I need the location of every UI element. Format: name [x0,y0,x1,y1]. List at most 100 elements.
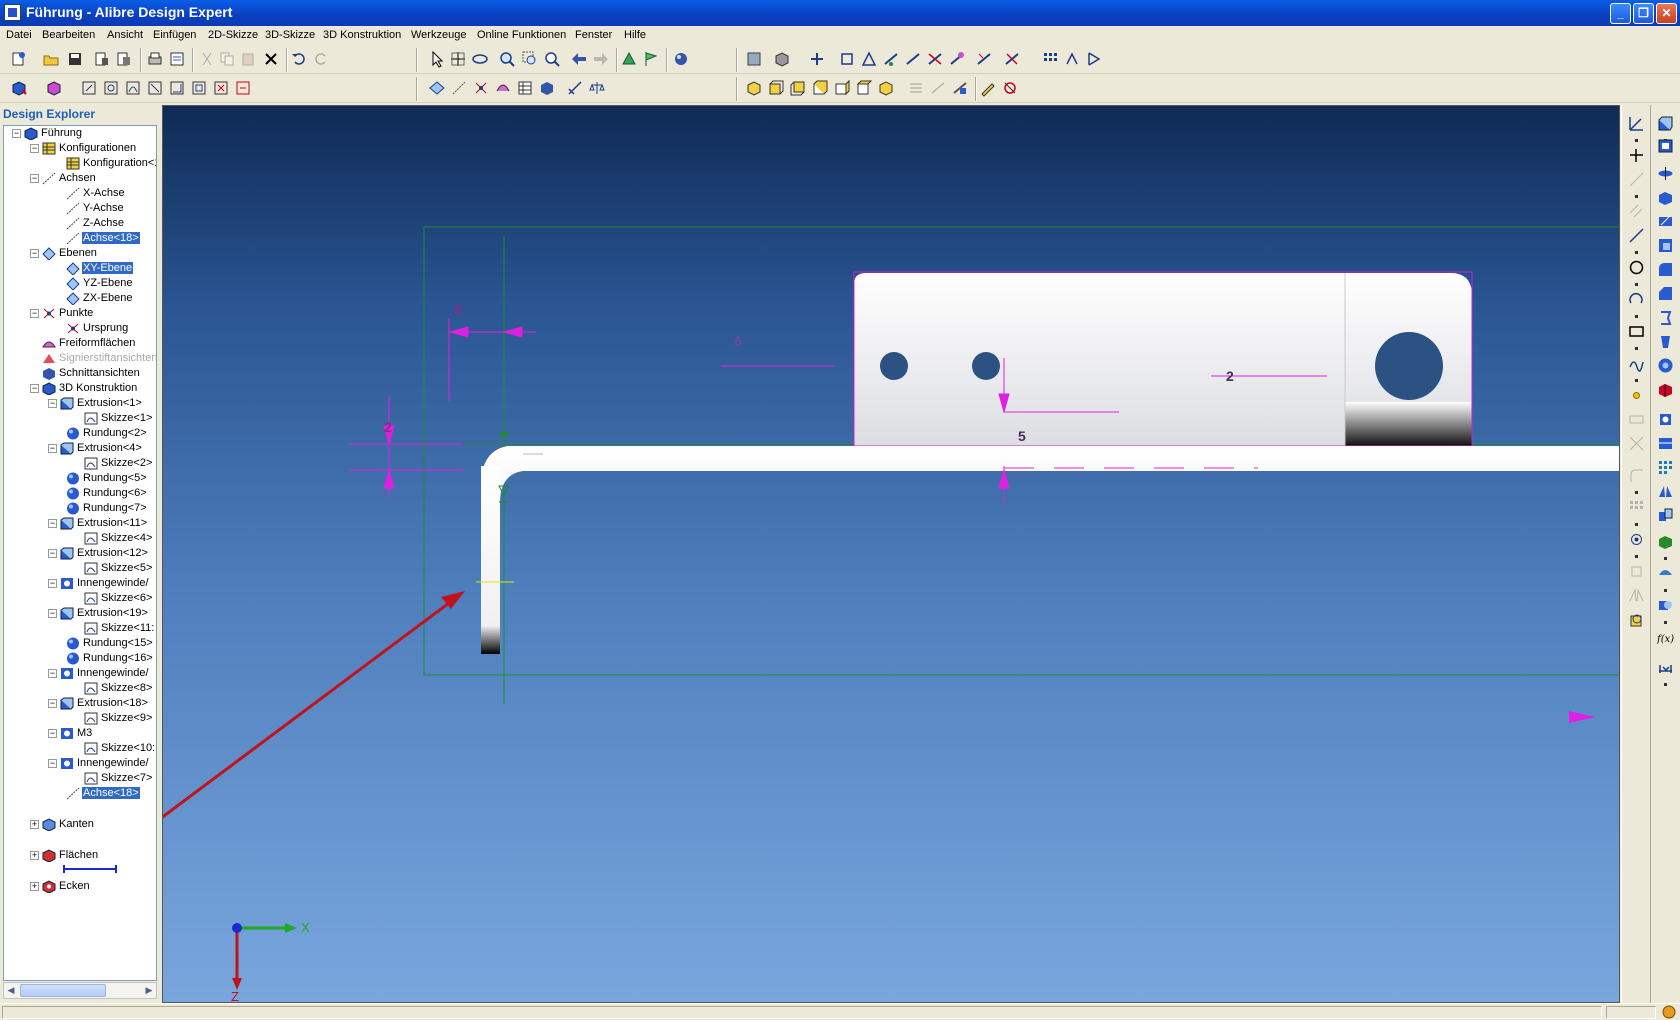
menu-3d-konstruktion[interactable]: 3D Konstruktion [323,29,401,41]
loft-icon[interactable] [1657,237,1674,254]
constraint-9-icon[interactable] [1003,50,1021,68]
tree-node[interactable]: Ursprung [4,321,156,336]
zoom-in-icon[interactable] [498,50,516,68]
scroll-thumb[interactable] [20,984,106,997]
tree-node[interactable]: Skizze<9> [4,711,156,726]
collapse-icon[interactable]: − [48,669,57,678]
sketch-5-icon[interactable] [168,79,186,97]
menu-2d-skizze[interactable]: 2D-Skizze [208,29,258,41]
collapse-icon[interactable]: − [48,519,57,528]
sketch-4-icon[interactable] [146,79,164,97]
display-shade-icon[interactable] [951,79,969,97]
design-mode-icon[interactable] [45,79,63,97]
cosmetic-thread-icon[interactable] [1657,411,1674,428]
insert-part-icon[interactable] [1657,533,1674,550]
feature-green-icon[interactable] [620,50,638,68]
constraint-5-icon[interactable] [904,50,922,68]
tree-node[interactable]: Rundung<7> [4,501,156,516]
previous-view-icon[interactable] [570,50,588,68]
collapse-icon[interactable]: − [48,759,57,768]
tree-node[interactable]: Rundung<6> [4,486,156,501]
linear-pattern-icon[interactable] [1657,459,1674,476]
sketch-plane-icon[interactable] [80,79,98,97]
tree-node[interactable]: Rundung<15> [4,636,156,651]
menu-hilfe[interactable]: Hilfe [624,29,646,41]
print-icon[interactable] [146,50,164,68]
display-grid-icon[interactable] [907,79,925,97]
tree-node[interactable]: − Innengewinde/ [4,576,156,591]
rectangle-icon[interactable] [1628,323,1645,340]
tree-node[interactable]: Skizze<2> [4,456,156,471]
next-view-icon[interactable] [592,50,610,68]
revolve-cut-icon[interactable] [1657,189,1674,206]
tree-node[interactable]: Y-Achse [4,201,156,216]
expand-icon[interactable]: + [30,820,39,829]
view-iso-icon[interactable] [745,79,763,97]
convert-icon[interactable] [1628,611,1645,628]
sketch-point-icon[interactable] [1628,387,1645,404]
menu-fenster[interactable]: Fenster [575,29,612,41]
render-icon[interactable] [672,50,690,68]
tree-node[interactable]: − Ebenen [4,246,156,261]
solid-view-icon[interactable] [773,50,791,68]
pan-icon[interactable] [449,50,467,68]
menu-bearbeiten[interactable]: Bearbeiten [42,29,95,41]
expand-icon[interactable]: + [30,851,39,860]
point-tool-icon[interactable] [472,79,490,97]
view-back-icon[interactable] [789,79,807,97]
surface-icon[interactable] [1657,565,1674,582]
tree-node[interactable]: Rundung<2> [4,426,156,441]
tree-node[interactable]: Achse<18> [4,786,156,801]
tree-node[interactable]: XY-Ebene [4,261,156,276]
rotate-icon[interactable] [471,50,489,68]
project-icon[interactable] [1628,563,1645,580]
dim-label-right[interactable]: 2 [1226,368,1234,384]
tree-node[interactable]: Skizze<11: [4,621,156,636]
chamfer-icon[interactable] [1657,285,1674,302]
measure-icon[interactable] [566,79,584,97]
collapse-icon[interactable]: − [30,174,39,183]
mirror-icon[interactable] [1086,50,1104,68]
pattern-sketch-icon[interactable] [1628,499,1645,516]
tree-node[interactable]: − Extrusion<12> [4,546,156,561]
sketch-8-icon[interactable] [234,79,252,97]
tree-node[interactable]: YZ-Ebene [4,276,156,291]
tree-node[interactable]: Konfiguration<1 [4,156,156,171]
view-top-icon[interactable] [855,79,873,97]
print-preview-icon[interactable] [93,50,111,68]
construction-line-icon[interactable] [1628,171,1645,188]
tree-node[interactable]: − Innengewinde/ [4,666,156,681]
tree-node[interactable]: Skizze<4> [4,531,156,546]
point-icon[interactable] [1628,147,1645,164]
tree-node[interactable]: Z-Achse [4,216,156,231]
tree-node[interactable]: Freiformflächen [4,336,156,351]
tree-node[interactable]: − Innengewinde/ [4,756,156,771]
plane-tool-icon[interactable] [428,79,446,97]
view-right-icon[interactable] [833,79,851,97]
part-mode-icon[interactable] [10,79,28,97]
tree-node[interactable]: Achse<18> [4,231,156,246]
tree-node[interactable]: − Extrusion<1> [4,396,156,411]
tree-node[interactable]: + Ecken [4,879,156,894]
sketch-7-icon[interactable] [212,79,230,97]
pattern-icon[interactable] [1041,50,1059,68]
sketch-tool-1-icon[interactable] [745,50,763,68]
page-setup-icon[interactable] [168,50,186,68]
thread-icon[interactable] [1657,381,1674,398]
menu-datei[interactable]: Datei [6,29,32,41]
collapse-icon[interactable]: − [30,249,39,258]
tree-node[interactable]: − 3D Konstruktion [4,381,156,396]
menu-einfuegen[interactable]: Einfügen [153,29,196,41]
freeform-tool-icon[interactable] [494,79,512,97]
constraint-2-icon[interactable] [838,50,856,68]
dimension-feature-icon[interactable] [1657,659,1674,676]
tree-node[interactable]: Rundung<5> [4,471,156,486]
flag-icon[interactable] [642,50,660,68]
tree-node[interactable]: − Extrusion<18> [4,696,156,711]
dim-label-left-thickness[interactable]: 2 [384,419,392,435]
scale-icon[interactable] [1657,507,1674,524]
collapse-icon[interactable]: − [48,609,57,618]
revolve-icon[interactable] [1657,165,1674,182]
collapse-icon[interactable]: − [48,729,57,738]
tree-node[interactable]: − Konfigurationen [4,141,156,156]
